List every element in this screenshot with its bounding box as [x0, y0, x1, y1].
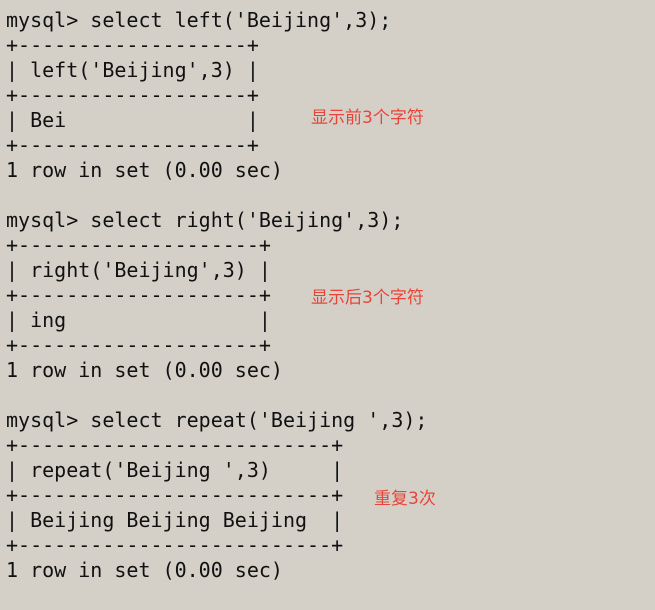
result-row: | ing |: [6, 308, 271, 332]
annotation-right-note: 显示后3个字符: [311, 288, 424, 308]
table-border-bottom: +--------------------+: [6, 333, 271, 357]
annotation-left-note: 显示前3个字符: [311, 108, 424, 128]
table-border-bottom: +-------------------+: [6, 133, 259, 157]
query-status: 1 row in set (0.00 sec): [6, 358, 283, 382]
query-status: 1 row in set (0.00 sec): [6, 158, 283, 182]
result-row: | Bei |: [6, 108, 259, 132]
terminal-window: mysql> select left('Beijing',3); +------…: [0, 0, 655, 610]
table-border-middle: +-------------------+: [6, 83, 259, 107]
table-border-bottom: +--------------------------+: [6, 533, 344, 557]
table-border-middle: +--------------------------+: [6, 483, 344, 507]
sql-command-right: mysql> select right('Beijing',3);: [6, 208, 404, 232]
result-row: | Beijing Beijing Beijing |: [6, 508, 344, 532]
sql-command-left: mysql> select left('Beijing',3);: [6, 8, 392, 32]
result-column-header: | right('Beijing',3) |: [6, 258, 271, 282]
table-border-middle: +--------------------+: [6, 283, 271, 307]
result-column-header: | repeat('Beijing ',3) |: [6, 458, 344, 482]
annotation-repeat-note: 重复3次: [374, 489, 436, 509]
table-border-top: +-------------------+: [6, 33, 259, 57]
table-border-top: +--------------------+: [6, 233, 271, 257]
result-column-header: | left('Beijing',3) |: [6, 58, 259, 82]
sql-command-repeat: mysql> select repeat('Beijing ',3);: [6, 408, 428, 432]
query-status: 1 row in set (0.00 sec): [6, 558, 283, 582]
table-border-top: +--------------------------+: [6, 433, 344, 457]
